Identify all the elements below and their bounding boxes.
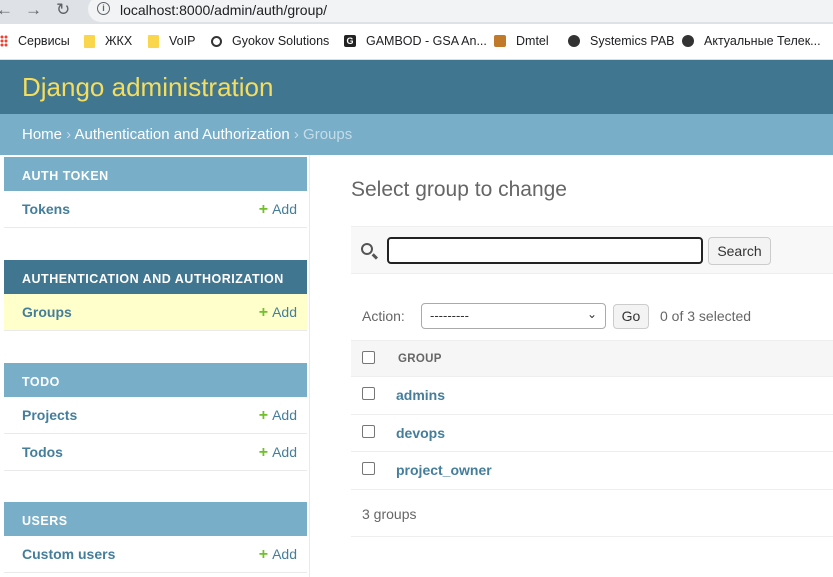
module-caption[interactable]: Todo (4, 363, 307, 397)
bookmark-gambod[interactable]: G GAMBOD - GSA An... (344, 34, 487, 48)
bookmark-telecom[interactable]: Актуальные Телек... (682, 34, 821, 48)
bookmark-zhkh[interactable]: ЖКХ (84, 34, 132, 48)
module-caption[interactable]: Auth Token (4, 157, 307, 191)
actions-bar: Action: --------- ⌄ Go 0 of 3 selected (351, 296, 833, 336)
breadcrumb-separator: › (62, 126, 75, 143)
result-list: GROUP admins devops project_owner (351, 340, 833, 490)
breadcrumb-separator: › (289, 126, 304, 143)
site-header: Django administration (0, 60, 833, 114)
bookmark-services[interactable]: Сервисы (0, 34, 70, 48)
plus-icon: + (258, 304, 269, 321)
folder-icon (84, 34, 95, 48)
dmtel-icon (494, 35, 506, 47)
gyokov-icon (211, 35, 222, 47)
search-input[interactable] (387, 237, 703, 264)
action-label: Action: (362, 308, 405, 324)
add-button[interactable]: + Add (259, 304, 297, 322)
model-link[interactable]: Custom users (22, 546, 115, 562)
sidebar-item-custom-users: Custom users + Add (4, 536, 307, 573)
search-toolbar: Search (351, 226, 833, 274)
module-authentication: Authentication and Authorization Groups … (4, 260, 307, 331)
table-row: project_owner (351, 452, 833, 490)
row-checkbox[interactable] (362, 462, 375, 475)
bookmark-voip[interactable]: VoIP (148, 34, 195, 48)
bookmarks-bar: Сервисы ЖКХ VoIP Gyokov Solutions G GAMBO… (0, 24, 833, 60)
globe-icon (568, 35, 580, 47)
go-button[interactable]: Go (613, 304, 649, 329)
gambod-icon: G (344, 35, 356, 47)
forward-arrow-icon[interactable]: → (25, 1, 42, 19)
browser-toolbar: ← → ↻ i localhost:8000/admin/auth/group/ (0, 0, 833, 24)
table-row: admins (351, 377, 833, 415)
model-link[interactable]: Projects (22, 407, 77, 423)
paginator: 3 groups (351, 490, 833, 537)
module-caption[interactable]: Authentication and Authorization (4, 260, 307, 294)
action-select[interactable]: --------- ⌄ (421, 303, 606, 329)
site-brand[interactable]: Django administration (22, 72, 273, 103)
model-link[interactable]: Todos (22, 444, 63, 460)
model-link[interactable]: Tokens (22, 201, 70, 217)
model-link[interactable]: Groups (22, 304, 72, 320)
back-arrow-icon[interactable]: ← (0, 1, 13, 19)
group-link[interactable]: project_owner (396, 462, 492, 478)
table-header: GROUP (351, 340, 833, 377)
sidebar-item-todos: Todos + Add (4, 434, 307, 471)
add-button[interactable]: + Add (259, 444, 297, 462)
plus-icon: + (258, 201, 269, 218)
add-button[interactable]: + Add (259, 407, 297, 425)
sidebar-item-projects: Projects + Add (4, 397, 307, 434)
column-header-group[interactable]: GROUP (398, 353, 442, 365)
breadcrumb-home[interactable]: Home (22, 126, 62, 143)
bookmark-gyokov[interactable]: Gyokov Solutions (211, 34, 329, 48)
add-button[interactable]: + Add (259, 546, 297, 564)
plus-icon: + (258, 546, 269, 563)
group-link[interactable]: devops (396, 425, 445, 441)
row-checkbox[interactable] (362, 424, 375, 438)
row-checkbox[interactable] (362, 387, 375, 400)
bookmark-systemics[interactable]: Systemics PAB (568, 34, 675, 48)
add-button[interactable]: + Add (259, 201, 297, 219)
action-select-value: --------- (430, 308, 469, 323)
group-link[interactable]: admins (396, 387, 445, 403)
url-text[interactable]: localhost:8000/admin/auth/group/ (120, 2, 327, 18)
module-todo: Todo Projects + Add Todos + Add (4, 363, 307, 471)
module-caption[interactable]: Users (4, 502, 307, 536)
chevron-down-icon: ⌄ (586, 307, 597, 321)
page-title: Select group to change (351, 178, 567, 201)
reload-icon[interactable]: ↻ (56, 1, 70, 19)
plus-icon: + (258, 407, 269, 424)
sidebar-item-groups: Groups + Add (4, 294, 307, 331)
select-all-checkbox[interactable] (362, 351, 375, 364)
selection-counter: 0 of 3 selected (660, 308, 752, 324)
module-auth-token: Auth Token Tokens + Add (4, 157, 307, 228)
sidebar-item-tokens: Tokens + Add (4, 191, 307, 228)
table-row: devops (351, 415, 833, 452)
nav-sidebar: Auth Token Tokens + Add Authentication an… (0, 155, 310, 577)
apps-icon (0, 35, 8, 47)
search-icon (361, 243, 373, 255)
module-users: Users Custom users + Add (4, 502, 307, 573)
bookmark-dmtel[interactable]: Dmtel (494, 34, 549, 48)
folder-icon (148, 34, 159, 48)
search-button[interactable]: Search (708, 237, 771, 265)
result-count: 3 groups (362, 506, 417, 522)
breadcrumb: Home › Authentication and Authorization … (0, 114, 833, 155)
breadcrumb-auth[interactable]: Authentication and Authorization (75, 126, 290, 143)
breadcrumb-current: Groups (303, 126, 353, 143)
info-icon[interactable]: i (97, 2, 110, 15)
globe-icon (682, 35, 694, 47)
plus-icon: + (258, 444, 269, 461)
